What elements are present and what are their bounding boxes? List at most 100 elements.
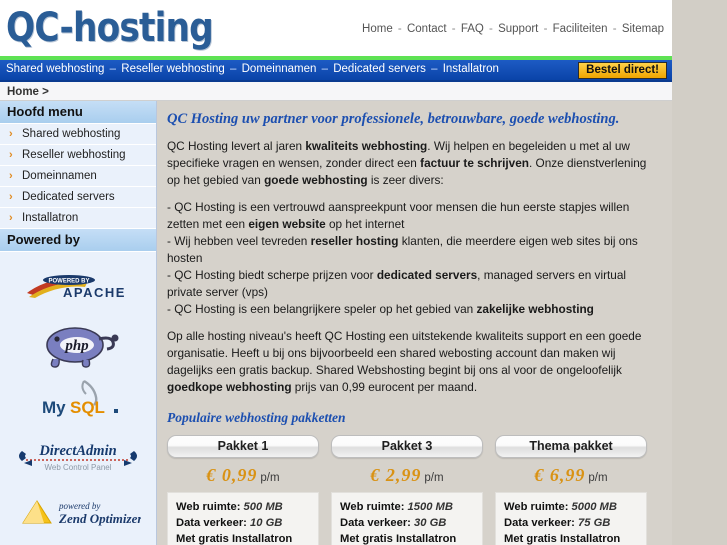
body-text: - QC Hosting biedt scherpe prijzen voor (167, 268, 377, 282)
topnav-separator: - (485, 23, 497, 35)
sidebar-item-label: Reseller webhosting (22, 149, 126, 161)
mainnav-item-installatron[interactable]: Installatron (443, 63, 499, 75)
sidebar-item-label: Dedicated servers (22, 191, 115, 203)
mainnav-separator: – (106, 63, 120, 75)
topnav-item-faciliteiten[interactable]: Faciliteiten (553, 23, 608, 35)
svg-text:My: My (42, 398, 66, 417)
body-text: op het internet (325, 217, 405, 231)
site-logo[interactable]: QC-hosting (6, 6, 214, 50)
top-navigation: Home - Contact - FAQ - Support - Facilit… (362, 23, 664, 35)
package-price: € 2,99 p/m (331, 465, 483, 486)
topnav-item-home[interactable]: Home (362, 23, 393, 35)
directadmin-logo: DirectAdmin Web Control Panel (0, 428, 156, 484)
topnav-separator: - (394, 23, 405, 35)
package-price: € 6,99 p/m (495, 465, 647, 486)
body-text: Op alle hosting niveau's heeft QC Hostin… (167, 329, 642, 377)
emphasis-text: eigen website (248, 217, 326, 231)
sidebar-item-shared-webhosting[interactable]: › Shared webhosting (0, 124, 156, 145)
topnav-item-faq[interactable]: FAQ (461, 23, 484, 35)
package-space-label: Web ruimte: (504, 501, 572, 513)
package-title[interactable]: Pakket 1 (167, 435, 319, 458)
svg-text:APACHE: APACHE (63, 285, 126, 300)
sidebar-menu-list: › Shared webhosting › Reseller webhosting › D… (0, 124, 156, 229)
topnav-item-support[interactable]: Support (498, 23, 538, 35)
emphasis-text: goedkope webhosting (167, 380, 292, 394)
emphasis-text: kwaliteits webhosting (305, 139, 428, 153)
package-space-label: Web ruimte: (176, 501, 244, 513)
sidebar-menu-title: Hoofd menu (0, 101, 156, 124)
sidebar-powered-title: Powered by (0, 229, 156, 252)
package-space-value: 5000 MB (571, 501, 617, 513)
mainnav-item-reseller-webhosting[interactable]: Reseller webhosting (121, 63, 225, 75)
emphasis-text: zakelijke webhosting (476, 302, 594, 316)
body-text: - QC Hosting is een belangrijkere speler… (167, 302, 477, 316)
zend-optimizer-logo: powered by Zend Optimizer (0, 484, 156, 540)
package-extra-label: Met gratis Installatron (340, 533, 457, 545)
topnav-separator: - (540, 23, 551, 35)
emphasis-text: goede webhosting (264, 173, 368, 187)
apache-logo: POWERED BY APACHE (0, 260, 156, 316)
package-traffic-value: 75 GB (578, 517, 611, 529)
sidebar-item-dedicated-servers[interactable]: › Dedicated servers (0, 187, 156, 208)
package-details: Web ruimte: 500 MB Data verkeer: 10 GB Met… (167, 492, 319, 545)
package-extra-label: Met gratis Installatron (504, 533, 621, 545)
svg-text:powered by: powered by (58, 501, 100, 511)
package-traffic-value: 30 GB (414, 517, 447, 529)
php-logo: php (0, 316, 156, 372)
package-title[interactable]: Thema pakket (495, 435, 647, 458)
svg-text:POWERED BY: POWERED BY (48, 279, 89, 285)
package-traffic-label: Data verkeer: (340, 517, 415, 529)
body-text: - Wij hebben veel tevreden (167, 234, 311, 248)
mainnav-separator: – (226, 63, 240, 75)
mainnav-item-domeinnamen[interactable]: Domeinnamen (242, 63, 317, 75)
topnav-separator: - (609, 23, 620, 35)
sidebar-item-domeinnamen[interactable]: › Domeinnamen (0, 166, 156, 187)
sidebar-item-reseller-webhosting[interactable]: › Reseller webhosting (0, 145, 156, 166)
topnav-item-sitemap[interactable]: Sitemap (622, 23, 664, 35)
package-extra: Met gratis Installatron (176, 531, 318, 545)
bullets-paragraph: - QC Hosting is een vertrouwd aanspreekp… (167, 199, 662, 318)
mainnav-item-shared-webhosting[interactable]: Shared webhosting (6, 63, 104, 75)
mainnav-separator: – (427, 63, 441, 75)
svg-text:DirectAdmin: DirectAdmin (38, 443, 116, 459)
intro-paragraph: QC Hosting levert al jaren kwaliteits we… (167, 138, 662, 189)
emphasis-text: dedicated servers (376, 268, 478, 282)
package-price-period: p/m (588, 472, 608, 484)
mainnav-item-dedicated-servers[interactable]: Dedicated servers (333, 63, 426, 75)
package-traffic-value: 10 GB (250, 517, 283, 529)
package-price-amount: € 6,99 (534, 465, 586, 485)
svg-text:php: php (63, 338, 89, 354)
package-traffic-label: Data verkeer: (176, 517, 251, 529)
package-space: Web ruimte: 500 MB (176, 499, 318, 515)
powered-by-logos: POWERED BY APACHE php My SQL DirectAdmin… (0, 252, 156, 540)
package-traffic: Data verkeer: 75 GB (504, 515, 646, 531)
chevron-right-icon: › (9, 212, 13, 224)
package-space: Web ruimte: 5000 MB (504, 499, 646, 515)
emphasis-text: reseller hosting (310, 234, 399, 248)
main-navigation-bar: Shared webhosting – Reseller webhosting … (0, 60, 672, 82)
package-space-value: 1500 MB (407, 501, 453, 513)
package-card: Pakket 1 € 0,99 p/m Web ruimte: 500 MB Data … (167, 435, 319, 545)
body-text: is zeer divers: (367, 173, 444, 187)
page-title: QC Hosting uw partner voor professionele… (167, 111, 620, 127)
emphasis-text: factuur te schrijven (420, 156, 529, 170)
sidebar-item-label: Installatron (22, 212, 79, 224)
topnav-item-contact[interactable]: Contact (407, 23, 447, 35)
chevron-right-icon: › (9, 191, 13, 203)
breadcrumb-home-link[interactable]: Home > (7, 86, 49, 98)
package-traffic: Data verkeer: 30 GB (340, 515, 482, 531)
sidebar-item-label: Domeinnamen (22, 170, 97, 182)
sidebar: Hoofd menu › Shared webhosting › Reseller w… (0, 101, 157, 545)
support-paragraph: Op alle hosting niveau's heeft QC Hostin… (167, 328, 662, 396)
package-card: Thema pakket € 6,99 p/m Web ruimte: 5000 MB… (495, 435, 647, 545)
mysql-logo: My SQL (0, 372, 156, 428)
package-price-amount: € 2,99 (370, 465, 422, 485)
package-extra: Met gratis Installatron (340, 531, 482, 545)
package-title[interactable]: Pakket 3 (331, 435, 483, 458)
order-now-button[interactable]: Bestel direct! (578, 62, 667, 79)
packages-heading: Populaire webhosting pakketten (167, 410, 346, 425)
svg-text:SQL: SQL (70, 398, 105, 417)
main-navigation-links: Shared webhosting – Reseller webhosting … (6, 63, 499, 75)
package-price-period: p/m (424, 472, 444, 484)
sidebar-item-installatron[interactable]: › Installatron (0, 208, 156, 229)
